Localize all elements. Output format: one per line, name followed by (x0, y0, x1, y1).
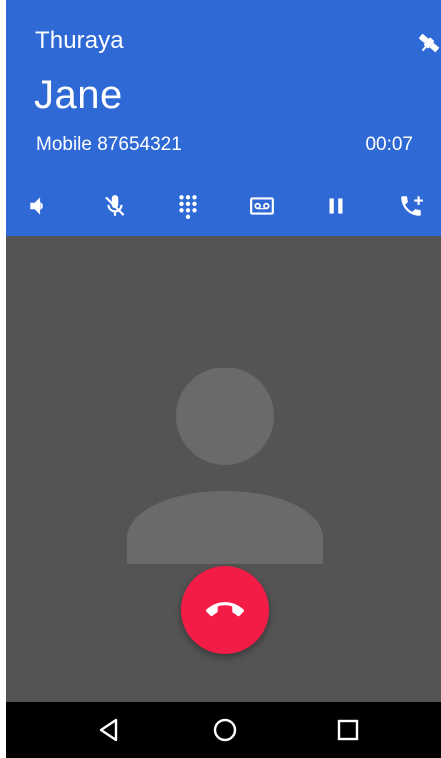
phone-number-label: Mobile 87654321 (36, 134, 182, 155)
satellite-icon (416, 28, 441, 58)
home-button[interactable] (205, 710, 245, 750)
navigation-bar (6, 702, 441, 758)
call-timer: 00:07 (365, 134, 413, 155)
carrier-name: Thuraya (35, 27, 124, 54)
add-call-icon (401, 196, 423, 216)
speaker-button[interactable] (17, 184, 61, 228)
mic-off-icon (105, 195, 125, 216)
dialpad-icon (179, 195, 197, 219)
hold-button[interactable] (314, 184, 358, 228)
call-header: Thuraya Jane Mobile 87654321 00:07 (6, 0, 441, 236)
call-controls (6, 184, 441, 228)
back-button[interactable] (89, 710, 129, 750)
contact-avatar (127, 367, 323, 564)
speaker-icon (30, 197, 43, 215)
home-icon (213, 718, 237, 742)
voicemail-icon (250, 197, 274, 215)
dialpad-button[interactable] (166, 184, 210, 228)
recents-button[interactable] (328, 710, 368, 750)
mute-button[interactable] (93, 184, 137, 228)
contact-name: Jane (34, 73, 123, 117)
end-call-button[interactable] (181, 566, 269, 654)
call-end-icon (206, 602, 244, 617)
recents-icon (337, 719, 359, 741)
in-call-screen: Thuraya Jane Mobile 87654321 00:07 (6, 0, 441, 758)
pause-icon (329, 198, 343, 214)
voicemail-button[interactable] (240, 184, 284, 228)
back-icon (99, 718, 118, 742)
add-call-button[interactable] (389, 184, 433, 228)
